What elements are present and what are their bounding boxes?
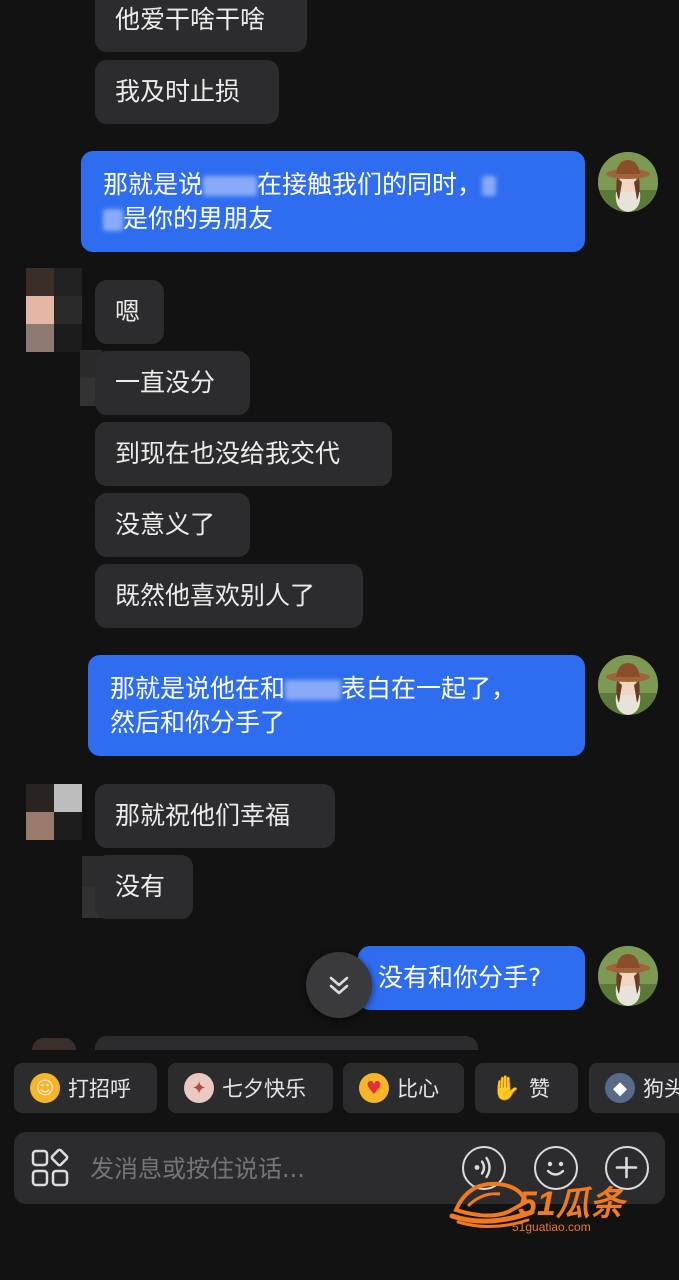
avatar-image-icon bbox=[598, 655, 658, 715]
message-text: 没有 bbox=[115, 872, 166, 901]
quick-reply-chip[interactable]: ☺ 打招呼 bbox=[14, 1063, 157, 1113]
watermark-url: 51guatiao.com bbox=[512, 1220, 591, 1234]
message-text: 然后和你分手了 bbox=[110, 708, 286, 737]
avatar-image-icon bbox=[598, 152, 658, 212]
redacted-name bbox=[285, 680, 342, 700]
redacted-name bbox=[103, 209, 123, 231]
message-incoming[interactable]: 没有 bbox=[95, 855, 193, 919]
message-incoming[interactable]: 一直没分 bbox=[95, 351, 250, 415]
redacted-name bbox=[203, 176, 258, 196]
message-incoming[interactable]: 那就祝他们幸福 bbox=[95, 784, 335, 848]
message-text: 那就是说 bbox=[103, 170, 204, 199]
message-incoming[interactable]: 我及时止损 bbox=[95, 60, 279, 124]
my-avatar[interactable] bbox=[598, 152, 658, 212]
avatar-image-icon bbox=[598, 946, 658, 1006]
dog-head-icon: ◆ bbox=[605, 1073, 635, 1103]
message-incoming[interactable]: 既然他喜欢别人了 bbox=[95, 564, 363, 628]
apps-grid-icon[interactable] bbox=[30, 1148, 70, 1188]
quick-reply-bar: ☺ 打招呼 ✦ 七夕快乐 ♥ 比心 ✋ 赞 ◆ 狗头 bbox=[0, 1063, 679, 1115]
my-avatar[interactable] bbox=[598, 655, 658, 715]
message-text: 那就祝他们幸福 bbox=[115, 801, 291, 830]
magpie-icon: ✦ bbox=[184, 1073, 214, 1103]
chip-label: 狗头 bbox=[643, 1077, 679, 1101]
contact-avatar-partial bbox=[32, 1038, 76, 1050]
message-incoming[interactable]: 嗯 bbox=[95, 280, 164, 344]
message-incoming[interactable]: 到现在也没给我交代 bbox=[95, 422, 392, 486]
double-chevron-down-icon bbox=[329, 976, 349, 995]
thumbs-up-icon: ✋ bbox=[491, 1074, 521, 1102]
message-text: 没有和你分手? bbox=[378, 963, 542, 992]
chip-label: 打招呼 bbox=[68, 1077, 131, 1101]
message-text: 到现在也没给我交代 bbox=[115, 439, 341, 468]
watermark-logo: 51瓜条 51guatiao.com bbox=[448, 1172, 658, 1242]
message-text: 一直没分 bbox=[115, 368, 216, 397]
scroll-to-bottom-button[interactable] bbox=[306, 952, 372, 1018]
smile-wave-icon: ☺ bbox=[30, 1073, 60, 1103]
message-text: 那就是说他在和 bbox=[110, 674, 286, 703]
message-text: 嗯 bbox=[115, 297, 141, 326]
contact-avatar[interactable] bbox=[26, 784, 82, 840]
message-text: 既然他喜欢别人了 bbox=[115, 581, 316, 610]
message-incoming-partial bbox=[95, 1036, 478, 1050]
message-text: 他爱干啥干啥 bbox=[115, 5, 266, 34]
message-text: 是你的男朋友 bbox=[123, 204, 274, 233]
message-text: 在接触我们的同时， bbox=[257, 170, 483, 199]
chip-label: 赞 bbox=[529, 1077, 550, 1101]
quick-reply-chip[interactable]: ◆ 狗头 bbox=[589, 1063, 679, 1113]
heart-hands-icon: ♥ bbox=[359, 1073, 389, 1103]
message-outgoing[interactable]: 那就是说他在和 表白在一起了， 然后和你分手了 bbox=[88, 655, 585, 756]
message-incoming[interactable]: 没意义了 bbox=[95, 493, 250, 557]
message-text: 没意义了 bbox=[115, 510, 216, 539]
chip-label: 比心 bbox=[397, 1077, 439, 1101]
contact-avatar[interactable] bbox=[26, 268, 82, 352]
quick-reply-chip[interactable]: ✦ 七夕快乐 bbox=[168, 1063, 333, 1113]
quick-reply-chip[interactable]: ♥ 比心 bbox=[343, 1063, 464, 1113]
quick-reply-chip[interactable]: ✋ 赞 bbox=[475, 1063, 578, 1113]
message-text: 我及时止损 bbox=[115, 77, 241, 106]
watermark-brand: 51瓜条 bbox=[518, 1185, 624, 1223]
message-outgoing[interactable]: 那就是说 在接触我们的同时， 是你的男朋友 bbox=[81, 151, 585, 252]
chip-label: 七夕快乐 bbox=[222, 1077, 306, 1101]
message-outgoing[interactable]: 没有和你分手? bbox=[358, 946, 585, 1010]
my-avatar[interactable] bbox=[598, 946, 658, 1006]
message-text: 表白在一起了， bbox=[341, 674, 517, 703]
message-input[interactable] bbox=[88, 1148, 452, 1190]
message-incoming[interactable]: 他爱干啥干啥 bbox=[95, 0, 307, 52]
redacted-name bbox=[482, 176, 497, 196]
